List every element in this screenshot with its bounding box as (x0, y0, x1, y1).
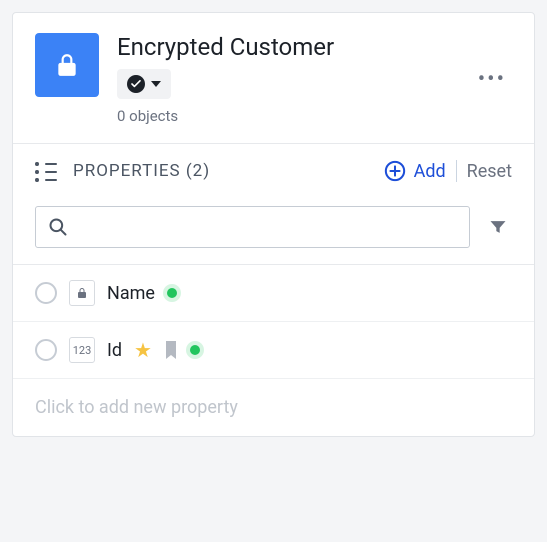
add-new-property-row[interactable]: Click to add new property (13, 379, 534, 436)
vertical-divider (456, 160, 457, 182)
select-radio[interactable] (35, 339, 57, 361)
bookmark-icon (164, 341, 178, 359)
properties-actions: Add Reset (384, 160, 512, 182)
add-property-button[interactable]: Add (384, 160, 446, 182)
lock-icon (54, 52, 80, 78)
object-count: 0 objects (117, 107, 454, 125)
plus-circle-icon (384, 160, 406, 182)
filter-button[interactable] (484, 213, 512, 241)
checkmark-badge-icon (127, 75, 145, 93)
properties-section-label: PROPERTIES (2) (73, 161, 384, 181)
status-dot-icon (167, 288, 177, 298)
search-box[interactable] (35, 206, 470, 248)
search-row (13, 196, 534, 265)
select-radio[interactable] (35, 282, 57, 304)
object-header: Encrypted Customer 0 objects ••• (13, 13, 534, 144)
property-row[interactable]: 123 Id ★ (13, 322, 534, 379)
property-name: Id (107, 340, 122, 361)
status-dropdown[interactable] (117, 69, 171, 99)
properties-section-bar: PROPERTIES (2) Add Reset (13, 144, 534, 196)
search-icon (48, 217, 68, 237)
header-status-row (117, 69, 454, 99)
object-title: Encrypted Customer (117, 33, 454, 61)
property-name: Name (107, 283, 155, 304)
header-main: Encrypted Customer 0 objects (117, 33, 454, 125)
filter-icon (488, 217, 508, 237)
type-badge-number: 123 (69, 337, 95, 363)
list-icon (35, 162, 57, 180)
type-badge-lock (69, 280, 95, 306)
search-input[interactable] (78, 218, 457, 236)
reset-button[interactable]: Reset (467, 161, 512, 182)
property-row[interactable]: Name (13, 265, 534, 322)
object-panel: Encrypted Customer 0 objects ••• PROPERT… (12, 12, 535, 437)
object-icon (35, 33, 99, 97)
lock-icon (76, 286, 88, 300)
chevron-down-icon (151, 81, 161, 87)
status-dot-icon (190, 345, 200, 355)
add-button-label: Add (414, 161, 446, 182)
star-icon: ★ (134, 338, 152, 362)
more-menu-button[interactable]: ••• (472, 61, 512, 98)
